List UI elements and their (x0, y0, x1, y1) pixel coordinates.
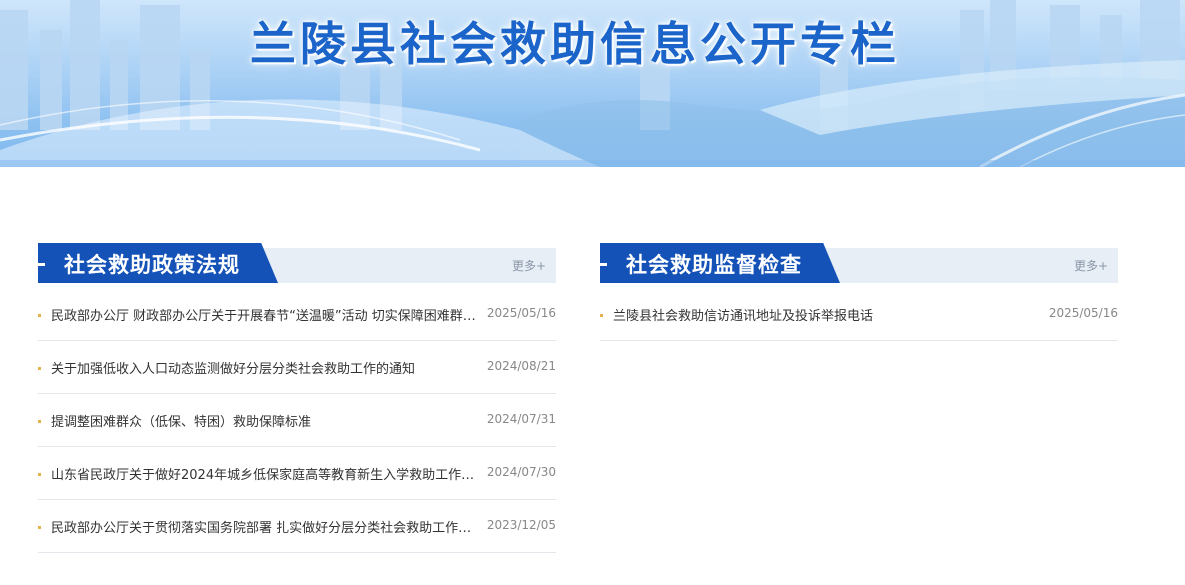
news-date: 2025/05/16 (1048, 306, 1118, 320)
section-title: 社会救助政策法规 (64, 253, 240, 277)
bullet-icon (38, 473, 41, 476)
list-item: 民政部办公厅 财政部办公厅关于开展春节“送温暖”活动 切实保障困难群众基本生活的… (38, 288, 556, 341)
title-tick-icon (600, 263, 607, 266)
section-header: 社会救助监督检查 更多+ (600, 243, 1118, 283)
list-item: 山东省民政厅关于做好2024年城乡低保家庭高等教育新生入学救助工作的通知 202… (38, 447, 556, 500)
title-tick-icon (38, 263, 45, 266)
list-item: 关于加强低收入人口动态监测做好分层分类社会救助工作的通知 2024/08/21 (38, 341, 556, 394)
more-link[interactable]: 更多+ (1074, 257, 1108, 274)
bullet-icon (38, 314, 41, 317)
list-item: 提调整困难群众（低保、特困）救助保障标准 2024/07/31 (38, 394, 556, 447)
news-list: 民政部办公厅 财政部办公厅关于开展春节“送温暖”活动 切实保障困难群众基本生活的… (38, 288, 556, 553)
banner: 兰陵县社会救助信息公开专栏 (0, 0, 1185, 167)
section-supervision-inspection: 社会救助监督检查 更多+ 兰陵县社会救助信访通讯地址及投诉举报电话 2025/0… (600, 243, 1118, 341)
news-date: 2024/07/31 (486, 412, 556, 426)
news-list: 兰陵县社会救助信访通讯地址及投诉举报电话 2025/05/16 (600, 288, 1118, 341)
bullet-icon (38, 367, 41, 370)
news-title-link[interactable]: 山东省民政厅关于做好2024年城乡低保家庭高等教育新生入学救助工作的通知 (51, 464, 476, 483)
news-date: 2024/07/30 (486, 465, 556, 479)
more-link[interactable]: 更多+ (512, 257, 546, 274)
news-title-link[interactable]: 民政部办公厅 财政部办公厅关于开展春节“送温暖”活动 切实保障困难群众基本生活的… (51, 305, 476, 324)
section-policy-regulations: 社会救助政策法规 更多+ 民政部办公厅 财政部办公厅关于开展春节“送温暖”活动 … (38, 243, 556, 553)
list-item: 民政部办公厅关于贯彻落实国务院部署 扎实做好分层分类社会救助工作的通知 2023… (38, 500, 556, 553)
news-date: 2025/05/16 (486, 306, 556, 320)
section-header: 社会救助政策法规 更多+ (38, 243, 556, 283)
bullet-icon (38, 526, 41, 529)
section-title: 社会救助监督检查 (626, 253, 802, 277)
banner-title: 兰陵县社会救助信息公开专栏 (250, 17, 900, 71)
news-date: 2023/12/05 (486, 518, 556, 532)
news-date: 2024/08/21 (486, 359, 556, 373)
news-title-link[interactable]: 民政部办公厅关于贯彻落实国务院部署 扎实做好分层分类社会救助工作的通知 (51, 517, 476, 536)
news-title-link[interactable]: 关于加强低收入人口动态监测做好分层分类社会救助工作的通知 (51, 358, 476, 377)
news-title-link[interactable]: 兰陵县社会救助信访通讯地址及投诉举报电话 (613, 305, 1038, 324)
news-title-link[interactable]: 提调整困难群众（低保、特困）救助保障标准 (51, 411, 476, 430)
bullet-icon (600, 314, 603, 317)
bullet-icon (38, 420, 41, 423)
list-item: 兰陵县社会救助信访通讯地址及投诉举报电话 2025/05/16 (600, 288, 1118, 341)
